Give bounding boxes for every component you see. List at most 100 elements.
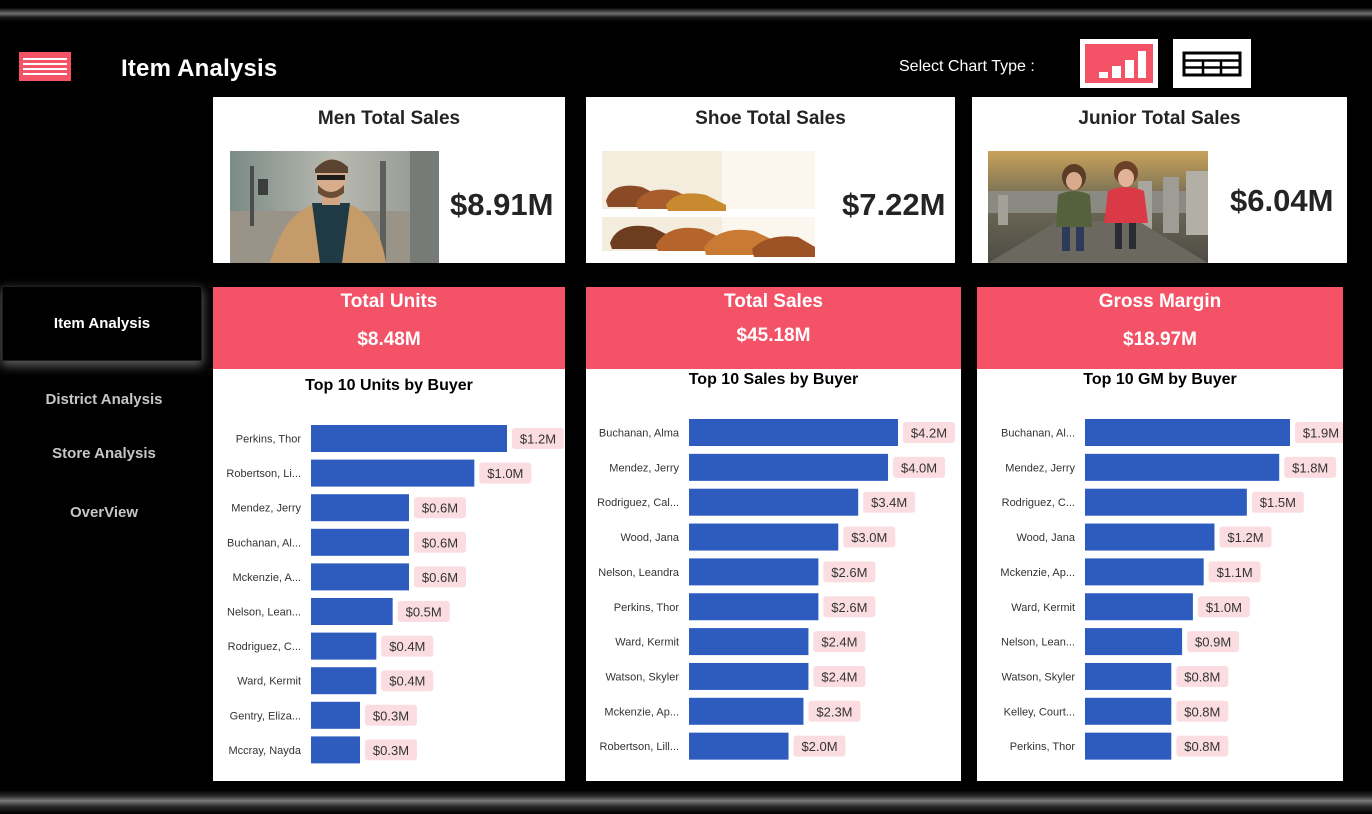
bar[interactable]: [689, 488, 859, 516]
data-label: $0.6M: [422, 501, 458, 516]
panel-header-value: $8.48M: [357, 329, 421, 350]
panel-header: Total Units $8.48M: [213, 287, 565, 369]
data-label: $1.2M: [520, 432, 556, 447]
panel-header: Total Sales $45.18M: [586, 287, 961, 369]
category-label: Buchanan, Alma: [599, 428, 680, 440]
bar[interactable]: [311, 598, 393, 625]
data-label: $1.2M: [1227, 530, 1263, 545]
category-label: Mendez, Jerry: [231, 503, 301, 515]
panel-gross-margin: Gross Margin $18.97M Top 10 GM by Buyer …: [977, 287, 1343, 781]
gm-by-buyer-chart: Buchanan, Al... $1.9M Mendez, Jerry $1.8M Ro…: [1000, 419, 1343, 760]
category-label: Mckenzie, Ap...: [604, 706, 679, 718]
table-toggle-button[interactable]: [1173, 39, 1251, 88]
category-label: Perkins, Thor: [1010, 741, 1076, 753]
bar[interactable]: [689, 732, 789, 760]
category-label: Wood, Jana: [620, 532, 679, 544]
bar[interactable]: [311, 563, 409, 591]
kpi-card-junior: Junior Total Sales $6.04M: [972, 97, 1347, 263]
chart-type-label: Select Chart Type :: [899, 58, 1035, 75]
bar[interactable]: [689, 558, 819, 586]
nav-item-district-analysis[interactable]: District Analysis: [0, 391, 208, 408]
bar[interactable]: [311, 667, 377, 695]
bar[interactable]: [1085, 593, 1193, 621]
bar[interactable]: [311, 632, 377, 660]
kpi-card-shoe: Shoe Total Sales $7.22M: [586, 97, 955, 263]
data-label: $1.1M: [1217, 565, 1253, 580]
sales-by-buyer-chart: Buchanan, Alma $4.2M Mendez, Jerry $4.0M Rod…: [597, 419, 955, 760]
bar[interactable]: [311, 494, 409, 522]
category-label: Wood, Jana: [1016, 532, 1075, 544]
bar[interactable]: [689, 453, 889, 481]
kpi-value: $6.04M: [1230, 183, 1334, 218]
data-label: $4.0M: [901, 460, 937, 475]
bottom-frame-edge: [0, 790, 1372, 814]
data-label: $2.3M: [816, 704, 852, 719]
data-label: $3.4M: [871, 495, 907, 510]
category-label: Buchanan, Al...: [1001, 428, 1075, 440]
data-label: $0.5M: [406, 605, 442, 620]
kpi-title: Men Total Sales: [317, 108, 461, 129]
category-label: Mckenzie, Ap...: [1000, 567, 1075, 579]
bar[interactable]: [689, 523, 839, 551]
page-title: Item Analysis: [121, 55, 278, 82]
nav-item-item-analysis[interactable]: Item Analysis: [3, 287, 201, 360]
data-label: $1.5M: [1260, 495, 1296, 510]
bar[interactable]: [1085, 697, 1172, 725]
bar[interactable]: [689, 593, 819, 621]
panel-header-title: Gross Margin: [1098, 291, 1222, 312]
category-label: Watson, Skyler: [605, 671, 679, 683]
category-label: Mccray, Nayda: [228, 745, 301, 757]
bar[interactable]: [1085, 488, 1247, 516]
panel-header-title: Total Units: [340, 291, 438, 312]
data-label: $2.0M: [801, 739, 837, 754]
kpi-value: $7.22M: [842, 187, 946, 222]
data-label: $0.8M: [1184, 739, 1220, 754]
kpi-title: Junior Total Sales: [1078, 108, 1241, 129]
hamburger-menu-icon[interactable]: [19, 52, 71, 81]
bar[interactable]: [1085, 419, 1290, 446]
bar[interactable]: [1085, 732, 1172, 760]
bar[interactable]: [311, 528, 409, 556]
data-label: $0.3M: [373, 743, 409, 758]
category-label: Perkins, Thor: [236, 434, 302, 446]
bar[interactable]: [689, 628, 809, 656]
bar-chart-toggle-button[interactable]: [1080, 39, 1158, 88]
data-label: $4.2M: [911, 426, 947, 441]
bar[interactable]: [1085, 662, 1172, 690]
panel-total-sales: Total Sales $45.18M Top 10 Sales by Buye…: [586, 287, 961, 781]
category-label: Ward, Kermit: [1011, 602, 1075, 614]
bar[interactable]: [311, 425, 507, 452]
data-label: $0.8M: [1184, 669, 1220, 684]
bar[interactable]: [1085, 558, 1204, 586]
category-label: Gentry, Eliza...: [230, 710, 301, 722]
bar[interactable]: [689, 419, 898, 446]
bar[interactable]: [311, 701, 360, 729]
data-label: $2.4M: [821, 669, 857, 684]
bar[interactable]: [311, 459, 475, 487]
nav-item-overview[interactable]: OverView: [0, 504, 208, 521]
kpi-value: $8.91M: [450, 187, 554, 222]
chart-title: Top 10 Sales by Buyer: [688, 371, 859, 388]
data-label: $0.8M: [1184, 704, 1220, 719]
category-label: Kelley, Court...: [1004, 706, 1075, 718]
category-label: Rodriguez, C...: [228, 641, 301, 653]
bar[interactable]: [689, 697, 804, 725]
table-icon: [1182, 51, 1242, 76]
panel-total-units: Total Units $8.48M Top 10 Units by Buyer…: [213, 287, 565, 781]
bar[interactable]: [1085, 523, 1215, 551]
bar[interactable]: [689, 662, 809, 690]
bar[interactable]: [1085, 453, 1280, 481]
bar-chart-icon: [1099, 51, 1146, 78]
category-label: Ward, Kermit: [237, 676, 301, 688]
chart-title: Top 10 GM by Buyer: [1083, 371, 1237, 388]
bar[interactable]: [1085, 628, 1183, 656]
data-label: $2.6M: [831, 600, 867, 615]
data-label: $0.4M: [389, 674, 425, 689]
nav-item-store-analysis[interactable]: Store Analysis: [0, 445, 208, 462]
category-label: Mendez, Jerry: [1005, 462, 1075, 474]
bar[interactable]: [311, 736, 360, 764]
category-label: Nelson, Lean...: [1001, 637, 1075, 649]
man-in-coat-photo: [230, 151, 439, 263]
panel-header: Gross Margin $18.97M: [977, 287, 1343, 369]
category-label: Mendez, Jerry: [609, 462, 679, 474]
